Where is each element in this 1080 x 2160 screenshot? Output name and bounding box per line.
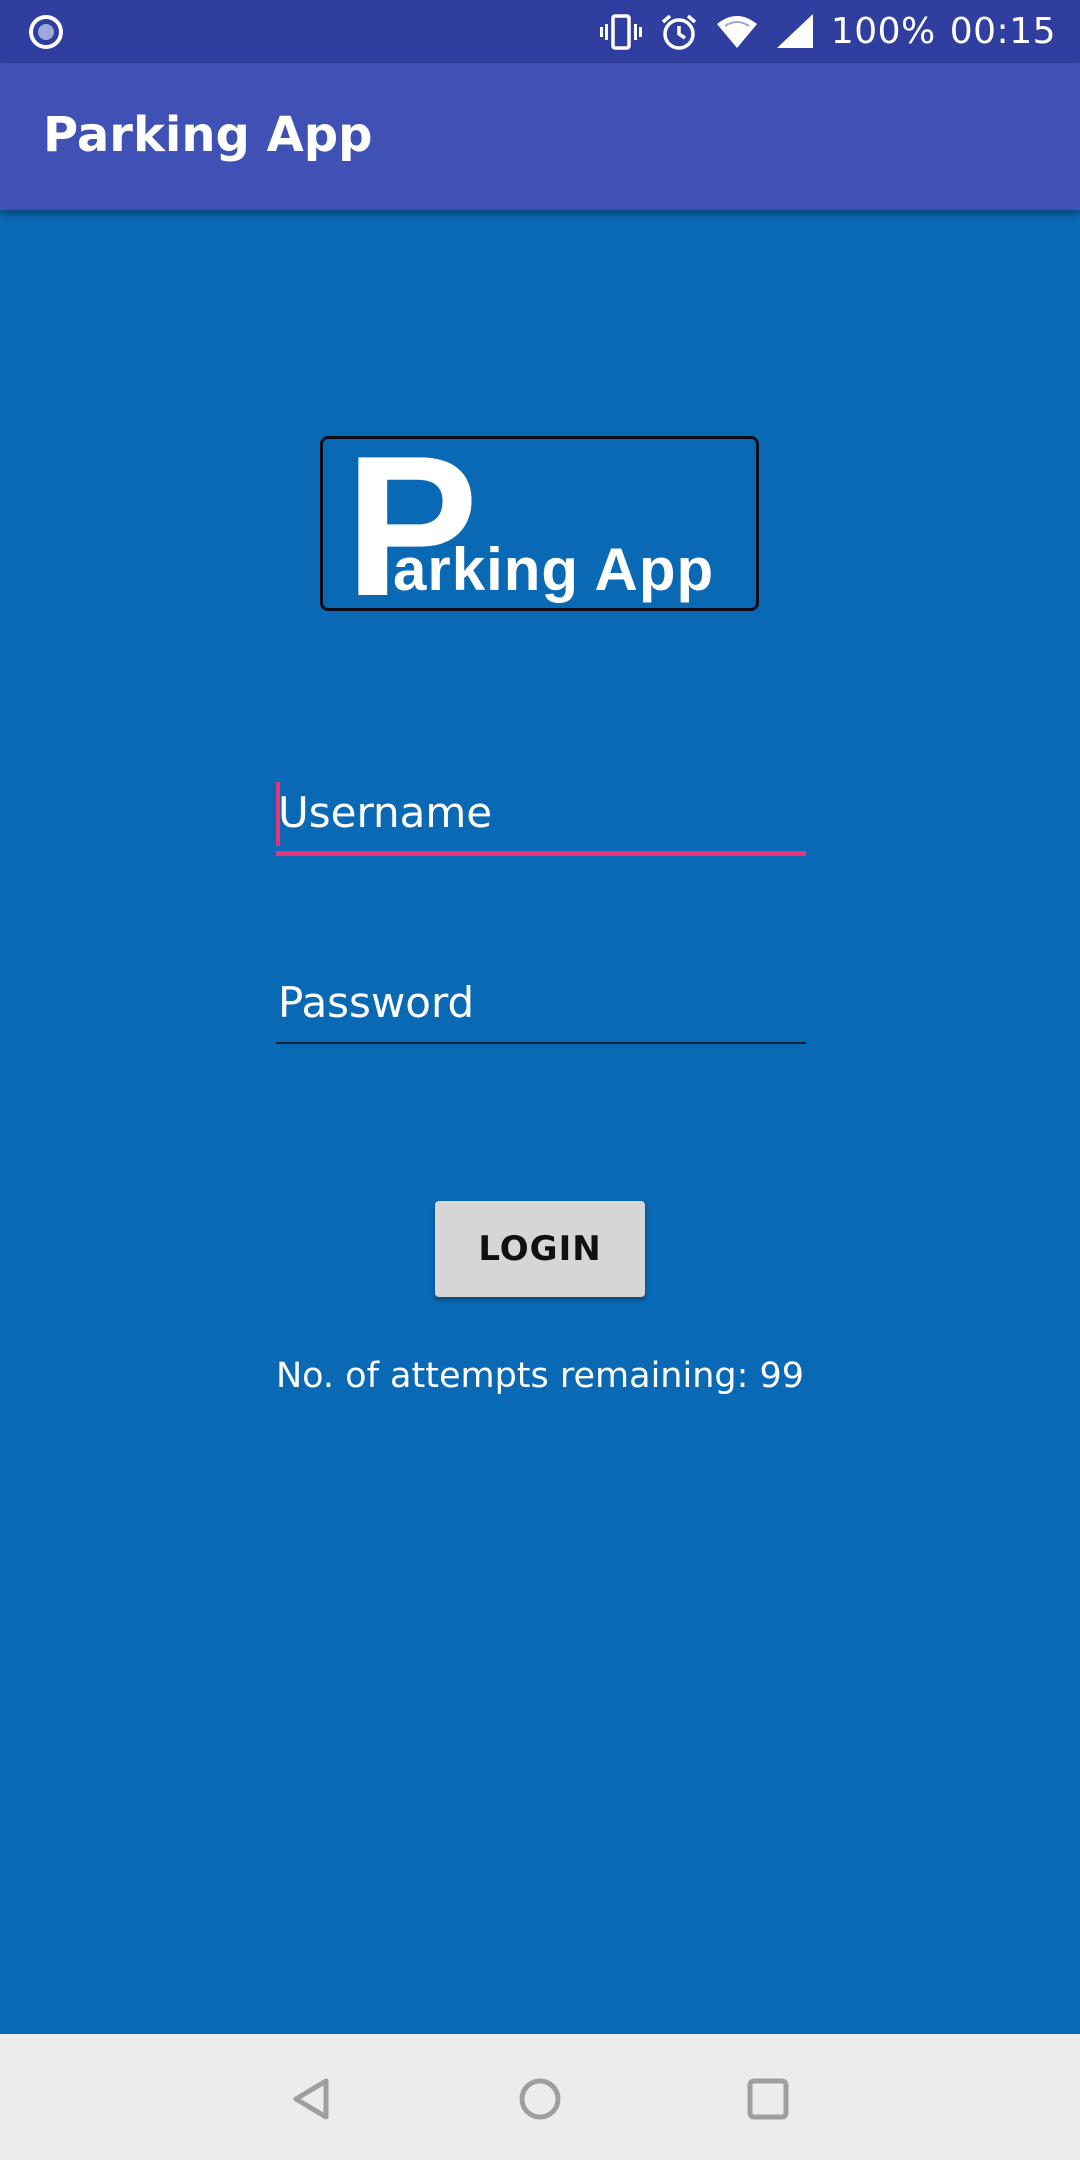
signal-icon [776, 13, 813, 48]
battery-text: 100% [830, 11, 936, 52]
home-button[interactable] [495, 2054, 585, 2144]
password-underline [276, 1042, 806, 1044]
login-button[interactable]: LOGIN [435, 1201, 645, 1297]
password-input[interactable] [276, 966, 806, 1038]
home-icon [519, 2078, 561, 2120]
alarm-icon [661, 14, 696, 50]
wifi-icon [716, 15, 757, 48]
username-underline [276, 851, 806, 856]
back-button[interactable] [265, 2054, 355, 2144]
recents-icon [747, 2078, 789, 2120]
clock-text: 00:15 [949, 11, 1056, 52]
parking-app-logo: P arking App [320, 436, 759, 611]
text-cursor [276, 782, 280, 846]
app-title: Parking App [43, 107, 373, 163]
status-right-group: 100% 00:15 [599, 0, 1056, 63]
password-field[interactable] [276, 966, 806, 1046]
attempts-remaining-text: No. of attempts remaining: 99 [275, 1356, 805, 1396]
status-bar: 100% 00:15 [0, 0, 1080, 63]
username-field[interactable] [276, 776, 806, 856]
notification-dot-icon [29, 15, 63, 49]
app-bar: Parking App [0, 63, 1080, 210]
back-icon [293, 2078, 329, 2120]
recents-button[interactable] [723, 2054, 813, 2144]
username-input[interactable] [276, 776, 806, 848]
navigation-bar [0, 2034, 1080, 2160]
logo-wordmark: arking App [393, 536, 715, 603]
vibrate-icon [599, 13, 642, 50]
